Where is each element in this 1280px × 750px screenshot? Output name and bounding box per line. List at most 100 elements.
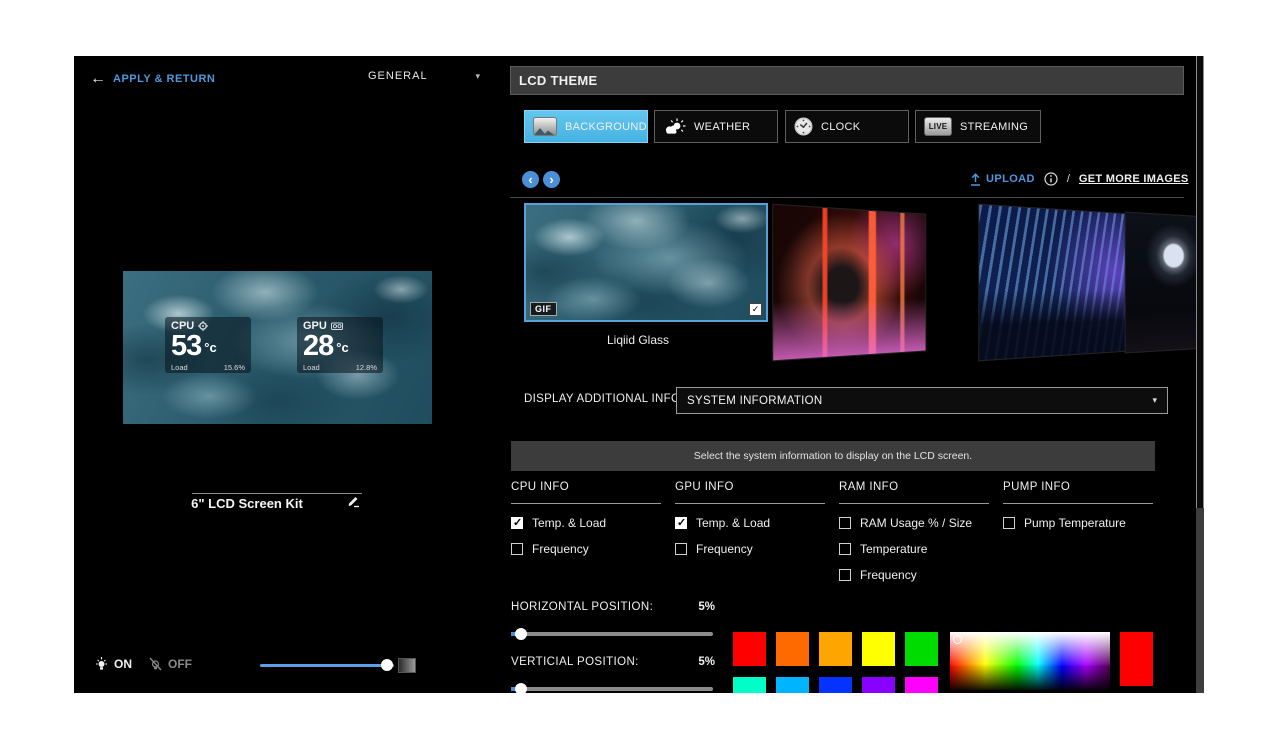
color-swatch[interactable]: [905, 632, 938, 666]
checkbox[interactable]: [511, 517, 523, 529]
checkbox[interactable]: [839, 517, 851, 529]
tab-background[interactable]: BACKGROUND: [524, 110, 648, 143]
vertical-position-label: VERTICIAL POSITION:: [511, 656, 639, 668]
upload-button[interactable]: UPLOAD: [970, 173, 1035, 186]
checkbox[interactable]: [675, 543, 687, 555]
back-arrow-icon: ←: [90, 72, 106, 86]
live-badge-icon: LIVE: [924, 117, 952, 136]
checkbox[interactable]: [839, 543, 851, 555]
option-pump-temperature[interactable]: Pump Temperature: [1003, 516, 1153, 530]
edit-pencil-icon[interactable]: [346, 494, 360, 508]
apply-return-label: APPLY & RETURN: [113, 73, 215, 85]
bulb-off-icon: [148, 656, 163, 672]
bulb-on-icon: [94, 656, 109, 672]
gpu-info-title: GPU INFO: [675, 481, 825, 493]
color-gradient-picker[interactable]: [950, 632, 1110, 690]
option-ram-temperature[interactable]: Temperature: [839, 542, 989, 556]
brightness-slider-track[interactable]: [260, 664, 394, 667]
brightness-slider-thumb[interactable]: [381, 659, 393, 671]
additional-info-select[interactable]: SYSTEM INFORMATION ▾: [676, 387, 1168, 414]
thumbnail-moon[interactable]: [1125, 211, 1204, 353]
horizontal-position-slider-track[interactable]: [511, 632, 713, 636]
column-rule: [511, 503, 661, 504]
hint-bar: Select the system information to display…: [511, 441, 1155, 471]
cpu-info-title: CPU INFO: [511, 481, 661, 493]
thumbnail-neon[interactable]: [772, 204, 926, 362]
option-cpu-temp-load[interactable]: Temp. & Load: [511, 516, 661, 530]
option-cpu-frequency[interactable]: Frequency: [511, 542, 661, 556]
color-swatch[interactable]: [733, 677, 766, 693]
cpu-temp-unit: °c: [204, 334, 216, 362]
app-window: ← APPLY & RETURN GENERAL ▾ CPU: [74, 56, 1204, 693]
checkbox[interactable]: [1003, 517, 1015, 529]
thumbnail-checkbox[interactable]: ✓: [749, 303, 762, 316]
clock-icon: [794, 117, 813, 136]
color-swatch-row-1: [733, 632, 938, 666]
get-more-images-link[interactable]: GET MORE IMAGES: [1079, 173, 1189, 185]
color-swatch[interactable]: [862, 677, 895, 693]
apply-return-button[interactable]: ← APPLY & RETURN: [90, 72, 215, 86]
carousel-prev-button[interactable]: ‹: [522, 171, 539, 188]
lamp-on-label: ON: [114, 657, 132, 671]
hint-text: Select the system information to display…: [694, 450, 972, 462]
color-swatch[interactable]: [862, 632, 895, 666]
scrollbar-thumb[interactable]: [1196, 56, 1204, 508]
color-swatch-row-2: [733, 677, 938, 693]
option-ram-frequency[interactable]: Frequency: [839, 568, 989, 582]
vertical-position-slider-thumb[interactable]: [515, 683, 527, 693]
info-icon[interactable]: [1044, 172, 1058, 186]
thumbnail-liqiid-glass[interactable]: GIF ✓: [524, 203, 768, 322]
tab-weather[interactable]: WEATHER: [654, 110, 778, 143]
ram-info-column: RAM INFO RAM Usage % / Size Temperature …: [839, 481, 989, 582]
ram-info-title: RAM INFO: [839, 481, 989, 493]
chevron-down-icon: ▾: [475, 71, 480, 82]
divider-slash: /: [1067, 173, 1070, 185]
lcd-theme-title: LCD THEME: [511, 73, 598, 88]
cpu-stat-box: CPU 53 °c Load 15.6%: [165, 317, 251, 373]
vertical-position-slider-track[interactable]: [511, 687, 713, 691]
gpu-load-label: Load: [303, 363, 320, 372]
gpu-load-value: 12.8%: [356, 363, 377, 372]
lamp-off-label: OFF: [168, 657, 192, 671]
option-ram-usage[interactable]: RAM Usage % / Size: [839, 516, 989, 530]
color-swatch[interactable]: [905, 677, 938, 693]
checkbox[interactable]: [675, 517, 687, 529]
display-additional-info-label: DISPLAY ADDITIONAL INFO: [524, 393, 680, 405]
color-swatch[interactable]: [776, 677, 809, 693]
tab-streaming[interactable]: LIVE STREAMING: [915, 110, 1041, 143]
profile-value: GENERAL: [368, 70, 428, 82]
option-gpu-frequency[interactable]: Frequency: [675, 542, 825, 556]
thumbnail-caption: Liqiid Glass: [553, 333, 723, 347]
carousel-next-button[interactable]: ›: [543, 171, 560, 188]
device-name-divider: [192, 493, 362, 494]
thumbnail-city[interactable]: [978, 204, 1132, 362]
image-icon: [533, 117, 557, 136]
option-gpu-temp-load[interactable]: Temp. & Load: [675, 516, 825, 530]
lamp-on-toggle[interactable]: ON: [94, 656, 132, 672]
checkbox[interactable]: [839, 569, 851, 581]
column-rule: [1003, 503, 1153, 504]
color-swatch[interactable]: [819, 632, 852, 666]
color-swatch[interactable]: [733, 632, 766, 666]
horizontal-position-slider-thumb[interactable]: [515, 628, 527, 640]
lcd-preview: CPU 53 °c Load 15.6%: [123, 271, 432, 424]
color-swatch[interactable]: [776, 632, 809, 666]
tab-streaming-label: STREAMING: [960, 121, 1028, 133]
horizontal-position-label: HORIZONTAL POSITION:: [511, 601, 653, 613]
profile-dropdown[interactable]: GENERAL ▾: [368, 70, 480, 82]
gallery-divider: [510, 197, 1184, 198]
lamp-off-toggle[interactable]: OFF: [148, 656, 192, 672]
tab-clock[interactable]: CLOCK: [785, 110, 909, 143]
gpu-temp-unit: °c: [336, 334, 348, 362]
cpu-temp-value: 53: [171, 332, 201, 360]
tab-background-label: BACKGROUND: [565, 121, 647, 133]
cpu-load-value: 15.6%: [224, 363, 245, 372]
color-swatch[interactable]: [819, 677, 852, 693]
lcd-theme-header: LCD THEME: [510, 66, 1184, 95]
tab-clock-label: CLOCK: [821, 121, 860, 133]
scrollbar-track[interactable]: [1196, 56, 1204, 693]
weather-icon: [663, 118, 686, 136]
page: ← APPLY & RETURN GENERAL ▾ CPU: [0, 0, 1280, 750]
checkbox[interactable]: [511, 543, 523, 555]
brightness-gradient-swatch: [398, 658, 416, 673]
